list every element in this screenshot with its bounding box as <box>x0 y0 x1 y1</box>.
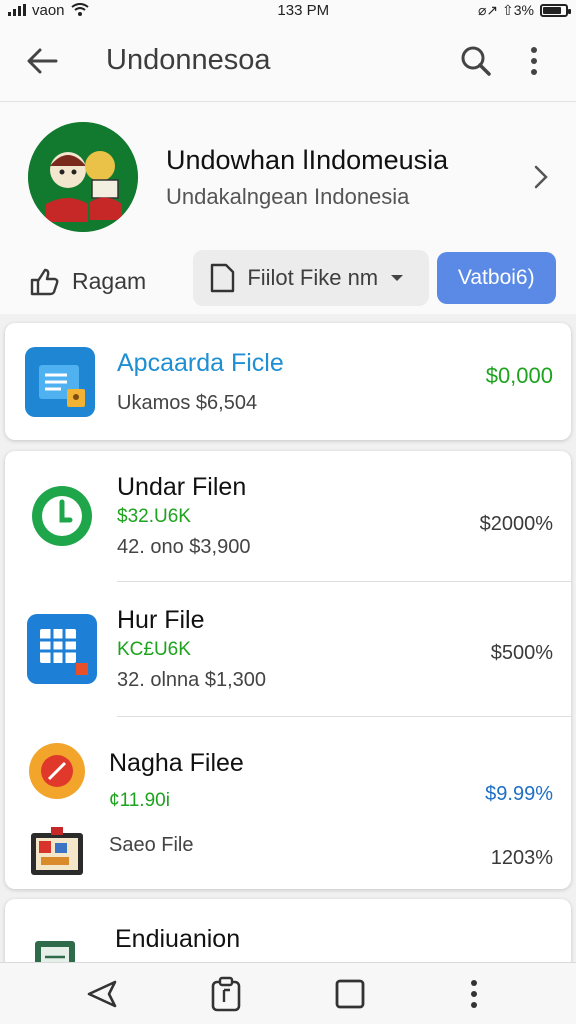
thumb-icon <box>30 268 59 296</box>
nav-back-button[interactable] <box>78 970 126 1018</box>
list-item-sub: 42. ono $3,900 <box>117 536 251 558</box>
ragam-label: Ragam <box>72 267 147 294</box>
back-button[interactable] <box>18 37 66 85</box>
more-icon <box>471 979 477 1008</box>
arrow-left-icon <box>27 48 58 73</box>
clock-icon <box>32 486 92 546</box>
ragam-button[interactable]: Ragam <box>28 259 193 297</box>
list-item-sub: 32. olnna $1,300 <box>117 669 267 691</box>
featured-card[interactable]: Apcaarda Ficle Ukamos $6,504 $0,000 <box>5 323 571 440</box>
file-select-label: Fiilot Fike nm <box>247 265 379 290</box>
list-item-title: Nagha Filee <box>109 749 244 777</box>
avatar <box>28 122 138 232</box>
profile-chevron[interactable] <box>526 165 556 189</box>
status-battery-text: ⌀↗ ⇧3% <box>477 1 534 18</box>
grid-icon <box>40 629 88 675</box>
status-time: 133 PM <box>277 1 330 19</box>
image-thumbnail-icon <box>31 827 83 875</box>
thumbnail-app-icon <box>27 823 87 883</box>
list-item-price-bottom: 1203% <box>490 847 553 869</box>
list-item[interactable]: Hur File KC£U6K 32. olnna $1,300 $500% <box>5 582 571 716</box>
list-item-title: Undar Filen <box>117 473 247 501</box>
record-app-icon <box>27 741 87 801</box>
search-button[interactable] <box>452 37 500 85</box>
list-item-price-top: $9.99% <box>485 783 553 805</box>
folder-app-icon <box>25 346 95 417</box>
action-row: Ragam Fiilot Fike nm Vatboi6) <box>28 250 557 306</box>
primary-action-button[interactable]: Vatboi6) <box>436 252 557 304</box>
wifi-icon <box>70 3 89 16</box>
nav-clipboard-button[interactable] <box>202 970 250 1018</box>
folder-icon <box>39 364 85 407</box>
file-icon <box>211 263 235 293</box>
back-icon <box>87 980 117 1007</box>
signal-icon <box>8 4 26 16</box>
clipboard-icon <box>211 976 241 1011</box>
profile-header[interactable]: Undowhan lIndomeusia Undakalngean Indone… <box>28 122 556 232</box>
list-item-price: $500% <box>490 642 553 664</box>
status-bar: vaon 133 PM ⌀↗ ⇧3% <box>0 0 576 20</box>
file-list-card: Undar Filen $32.U6K 42. ono $3,900 $2000… <box>5 451 571 889</box>
list-item[interactable]: Undar Filen $32.U6K 42. ono $3,900 $2000… <box>5 451 571 581</box>
list-item[interactable]: Nagha Filee ¢11.90i Saeo File $9.99% 120… <box>5 717 571 887</box>
partial-title: Endiuanion <box>115 924 241 953</box>
list-item-price: $2000% <box>479 513 553 535</box>
status-right: ⌀↗ ⇧3% <box>477 1 571 19</box>
more-vert-icon <box>531 46 537 75</box>
search-icon <box>461 46 491 76</box>
dropdown-arrow-icon <box>391 275 404 281</box>
battery-icon <box>540 3 571 17</box>
list-item-title: Hur File <box>117 606 205 634</box>
profile-name: Undowhan lIndomeusia <box>166 144 449 175</box>
avatar-illustration-icon <box>28 122 138 232</box>
file-select-dropdown[interactable]: Fiilot Fike nm <box>193 250 429 306</box>
clock-app-icon <box>27 481 97 551</box>
status-left: vaon <box>8 2 89 19</box>
record-icon <box>29 743 85 799</box>
nav-recents-button[interactable] <box>326 970 374 1018</box>
app-bar: Undonnesoa <box>0 20 576 102</box>
carrier-label: vaon <box>32 1 65 19</box>
overflow-menu-button[interactable] <box>510 37 558 85</box>
chevron-right-icon <box>534 165 548 189</box>
page-title: Undonnesoa <box>106 44 271 76</box>
profile-section: Undowhan lIndomeusia Undakalngean Indone… <box>0 102 576 314</box>
grid-app-icon <box>27 614 97 684</box>
featured-price: $0,000 <box>485 363 553 388</box>
nav-more-button[interactable] <box>450 970 498 1018</box>
bottom-nav <box>0 962 576 1024</box>
featured-subtitle: Ukamos $6,504 <box>117 391 258 414</box>
square-icon <box>335 979 365 1008</box>
profile-subtitle: Undakalngean Indonesia <box>166 183 410 209</box>
